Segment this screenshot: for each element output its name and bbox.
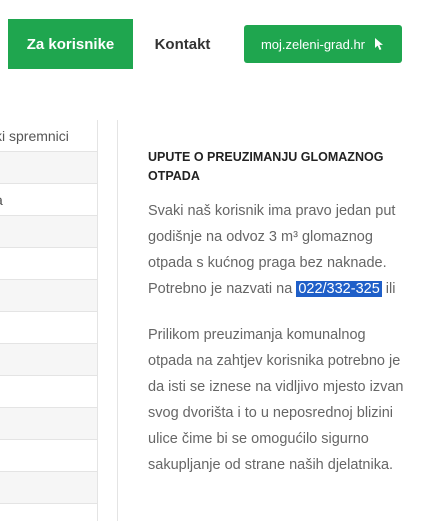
- phone-number-selected[interactable]: 022/332-325: [296, 281, 382, 297]
- sidebar-row[interactable]: [0, 472, 97, 504]
- top-navigation: Za korisnike Kontakt moj.zeleni-grad.hr: [0, 0, 428, 88]
- sidebar-row[interactable]: [0, 504, 97, 521]
- nav-za-korisnike[interactable]: Za korisnike: [8, 19, 133, 69]
- column-divider: [117, 120, 118, 521]
- article-paragraph-2: Prilikom preuzimanja komunalnog otpada n…: [148, 327, 404, 473]
- sidebar-row-label: a: [0, 192, 3, 208]
- sidebar-row[interactable]: [0, 280, 97, 312]
- sidebar-row[interactable]: [0, 376, 97, 408]
- sidebar-row[interactable]: ki spremnici: [0, 120, 97, 152]
- sidebar-row[interactable]: [0, 248, 97, 280]
- sidebar-row[interactable]: a: [0, 184, 97, 216]
- sidebar-row[interactable]: [0, 312, 97, 344]
- sidebar-list: ki spremnici a: [0, 120, 98, 521]
- sidebar-row[interactable]: [0, 152, 97, 184]
- paragraph-1-tail: ili: [381, 281, 396, 297]
- cursor-arrow-icon: [375, 38, 384, 50]
- nav-kontakt[interactable]: Kontakt: [145, 19, 220, 69]
- article-content: UPUTE O PREUZIMANJU GLOMAZNOG OTPADA Sva…: [148, 148, 408, 498]
- article-paragraph-1: Svaki naš korisnik ima pravo jedan put g…: [148, 198, 408, 302]
- sidebar-row-label: ki spremnici: [0, 127, 69, 144]
- sidebar-row[interactable]: [0, 216, 97, 248]
- portal-login-button[interactable]: moj.zeleni-grad.hr: [244, 25, 402, 63]
- article-title: UPUTE O PREUZIMANJU GLOMAZNOG OTPADA: [148, 150, 384, 183]
- sidebar-row[interactable]: [0, 344, 97, 376]
- portal-button-label: moj.zeleni-grad.hr: [260, 36, 366, 52]
- sidebar-row[interactable]: [0, 440, 97, 472]
- sidebar-row[interactable]: [0, 408, 97, 440]
